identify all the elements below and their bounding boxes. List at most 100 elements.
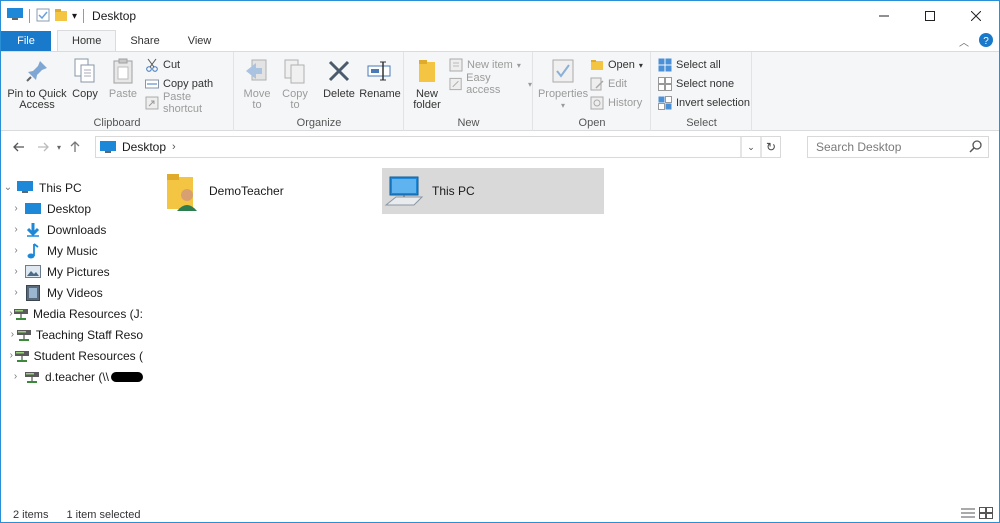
nav-videos[interactable]: › My Videos <box>1 282 143 303</box>
tab-home[interactable]: Home <box>57 30 117 51</box>
nav-label: My Pictures <box>47 264 110 279</box>
nav-label: My Music <box>47 243 98 258</box>
copy-button[interactable]: Copy <box>69 56 101 100</box>
nav-student-resources[interactable]: › Student Resources ( <box>1 345 143 366</box>
minimize-icon <box>879 15 889 17</box>
nav-this-pc[interactable]: ⌄ This PC <box>1 177 143 198</box>
tab-view[interactable]: View <box>174 31 226 51</box>
chevron-right-icon[interactable]: › <box>9 266 23 277</box>
history-icon <box>590 96 604 110</box>
open-button[interactable]: Open ▾ <box>590 56 643 74</box>
select-all-button[interactable]: Select all <box>658 56 721 74</box>
select-all-icon <box>658 58 672 72</box>
easy-access-button[interactable]: Easy access ▾ <box>449 72 532 96</box>
chevron-right-icon[interactable]: › <box>9 287 23 298</box>
nav-teaching-staff-resources[interactable]: › Teaching Staff Reso <box>1 324 143 345</box>
edit-button[interactable]: Edit <box>590 75 627 93</box>
network-drive-icon <box>22 369 41 385</box>
nav-home-drive[interactable]: › d.teacher (\\ <box>1 366 143 387</box>
select-group-label: Select <box>686 117 717 129</box>
nav-music[interactable]: › My Music <box>1 240 143 261</box>
invert-selection-button[interactable]: Invert selection <box>658 94 750 112</box>
pin-label-line2: Access <box>19 99 55 111</box>
open-group: Properties ▾ Open ▾ Edit History Open <box>534 52 651 131</box>
chevron-right-icon[interactable]: › <box>9 224 23 235</box>
ribbon: Pin to Quick Access Copy Paste Cut Copy … <box>1 51 999 131</box>
search-icon <box>969 140 982 153</box>
pin-quick-access-button[interactable]: Pin to Quick Access <box>7 56 67 111</box>
organize-group-label: Organize <box>296 117 342 129</box>
properties-button[interactable]: Properties ▾ <box>538 56 588 111</box>
paste-button[interactable]: Paste <box>107 56 139 100</box>
nav-desktop[interactable]: › Desktop <box>1 198 143 219</box>
history-button[interactable]: History <box>590 94 642 112</box>
cut-button[interactable]: Cut <box>145 56 180 74</box>
copy-to-button[interactable]: Copy to <box>277 56 313 111</box>
help-icon[interactable]: ? <box>979 33 993 50</box>
search-box[interactable]: Search Desktop <box>807 136 989 158</box>
address-dropdown-button[interactable]: ⌄ <box>740 137 760 157</box>
invert-selection-label: Invert selection <box>676 97 750 109</box>
copy-to-icon <box>280 56 310 86</box>
move-to-button[interactable]: Move to <box>239 56 275 111</box>
file-item-demoteacher[interactable]: DemoTeacher <box>159 168 379 214</box>
chevron-right-icon[interactable]: › <box>9 371 22 382</box>
chevron-right-icon[interactable]: › <box>9 203 23 214</box>
refresh-icon: ↻ <box>761 137 780 157</box>
large-icons-view-button[interactable] <box>979 507 993 522</box>
nav-label: Teaching Staff Reso <box>35 327 143 342</box>
properties-label: Properties <box>537 88 589 100</box>
close-button[interactable] <box>953 1 999 31</box>
delete-icon <box>324 56 354 86</box>
breadcrumb-chevron-icon[interactable]: › <box>172 141 176 153</box>
clipboard-group-label: Clipboard <box>93 117 141 129</box>
recent-locations-button[interactable]: ▾ <box>53 137 65 157</box>
properties-qat-icon[interactable] <box>36 8 50 25</box>
nav-label: My Videos <box>47 285 103 300</box>
explorer-app-icon[interactable] <box>7 8 23 24</box>
up-button[interactable] <box>65 137 85 157</box>
chevron-expanded-icon[interactable]: ⌄ <box>1 182 15 193</box>
clipboard-group: Pin to Quick Access Copy Paste Cut Copy … <box>1 52 234 131</box>
chevron-right-icon[interactable]: › <box>9 245 23 256</box>
chevron-down-icon: ▾ <box>56 142 61 152</box>
forward-button[interactable] <box>33 137 53 157</box>
nav-media-resources[interactable]: › Media Resources (J: <box>1 303 143 324</box>
nav-label: This PC <box>39 180 82 195</box>
rename-button[interactable]: Rename <box>359 56 401 100</box>
paste-shortcut-button[interactable]: Paste shortcut <box>145 91 233 115</box>
maximize-button[interactable] <box>907 1 953 31</box>
new-item-label: New item <box>467 59 513 71</box>
select-all-label: Select all <box>676 59 721 71</box>
new-item-dropdown-icon: ▾ <box>516 60 521 70</box>
desktop-icon <box>23 201 43 217</box>
collapse-ribbon-icon[interactable]: ︿ <box>959 34 969 49</box>
new-folder-label-2: folder <box>413 99 441 111</box>
new-folder-qat-icon[interactable] <box>54 8 68 25</box>
tab-share[interactable]: Share <box>116 31 173 51</box>
select-none-button[interactable]: Select none <box>658 75 734 93</box>
tab-file[interactable]: File <box>1 31 51 51</box>
arrow-right-icon <box>38 142 49 152</box>
address-bar[interactable]: Desktop › ⌄ ↻ <box>95 136 781 158</box>
nav-pictures[interactable]: › My Pictures <box>1 261 143 282</box>
network-drive-icon <box>14 348 30 364</box>
file-item-this-pc[interactable]: This PC <box>382 168 604 214</box>
nav-downloads[interactable]: › Downloads <box>1 219 143 240</box>
history-label: History <box>608 97 643 109</box>
address-path[interactable]: Desktop <box>122 140 166 154</box>
delete-button[interactable]: Delete <box>321 56 357 100</box>
download-icon <box>23 222 43 238</box>
refresh-button[interactable]: ↻ <box>760 137 780 157</box>
desktop-icon <box>100 141 116 153</box>
details-view-button[interactable] <box>961 507 975 522</box>
chevron-right-icon[interactable]: › <box>9 329 16 340</box>
qat-dropdown-icon[interactable]: ▾ <box>72 11 77 22</box>
close-icon <box>971 11 981 21</box>
back-button[interactable] <box>9 137 29 157</box>
new-folder-button[interactable]: New folder <box>409 56 445 111</box>
delete-label: Delete <box>323 88 355 100</box>
file-name: DemoTeacher <box>209 184 284 198</box>
minimize-button[interactable] <box>861 1 907 31</box>
scissors-icon <box>146 58 158 72</box>
